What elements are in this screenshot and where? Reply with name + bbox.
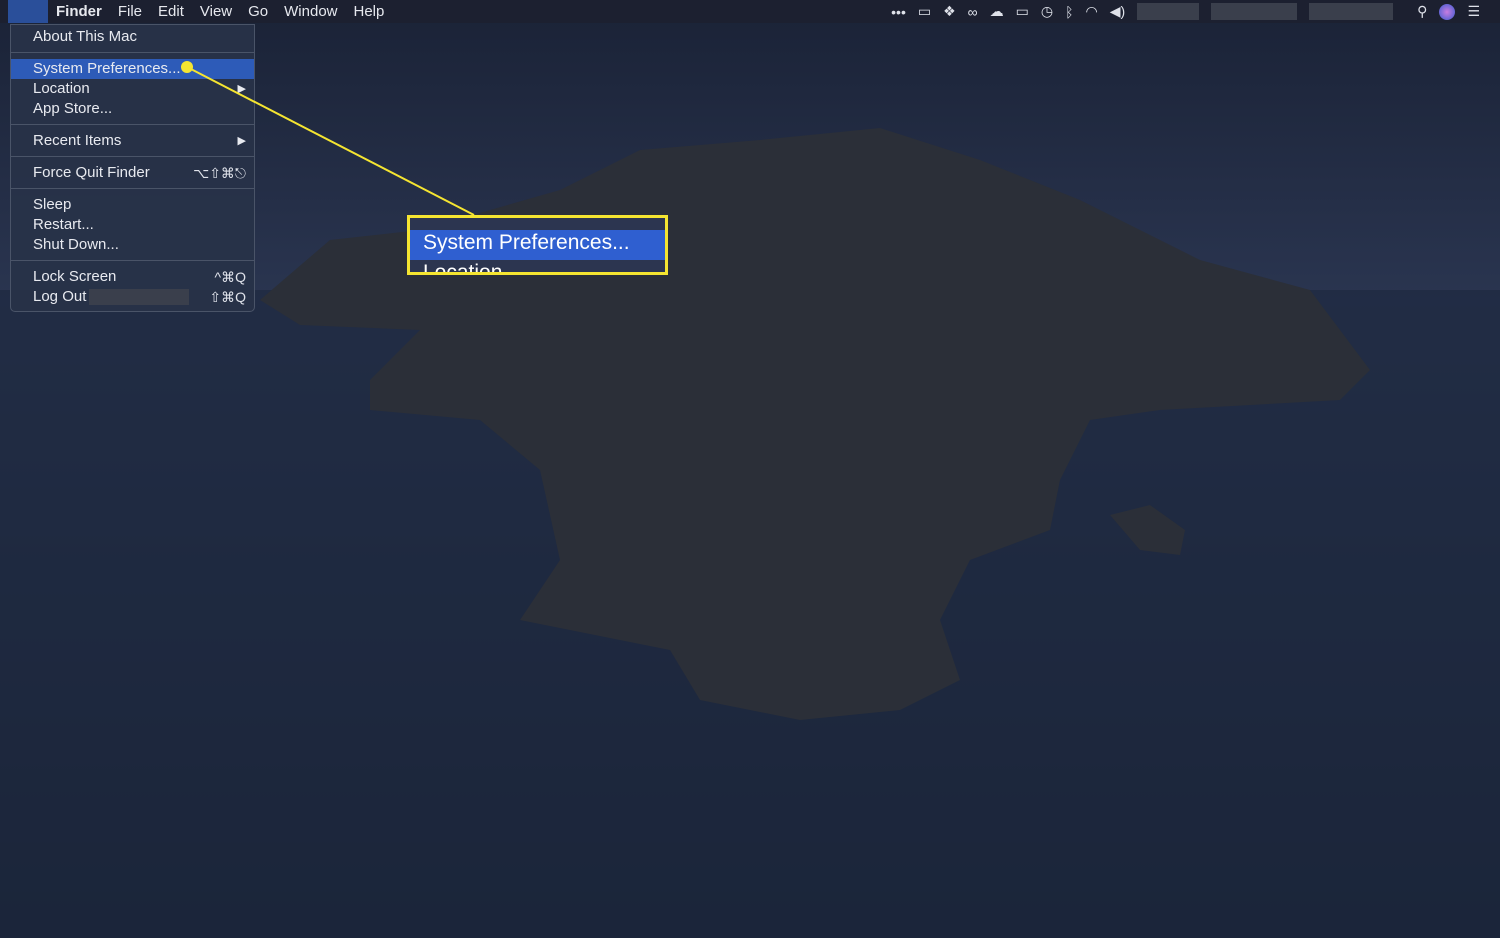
zoom-callout: System Preferences... Location [407, 215, 668, 275]
annotation-arrow [181, 61, 475, 216]
callout-label: System Preferences... [423, 231, 630, 254]
callout-partial-label: Location [423, 261, 503, 275]
